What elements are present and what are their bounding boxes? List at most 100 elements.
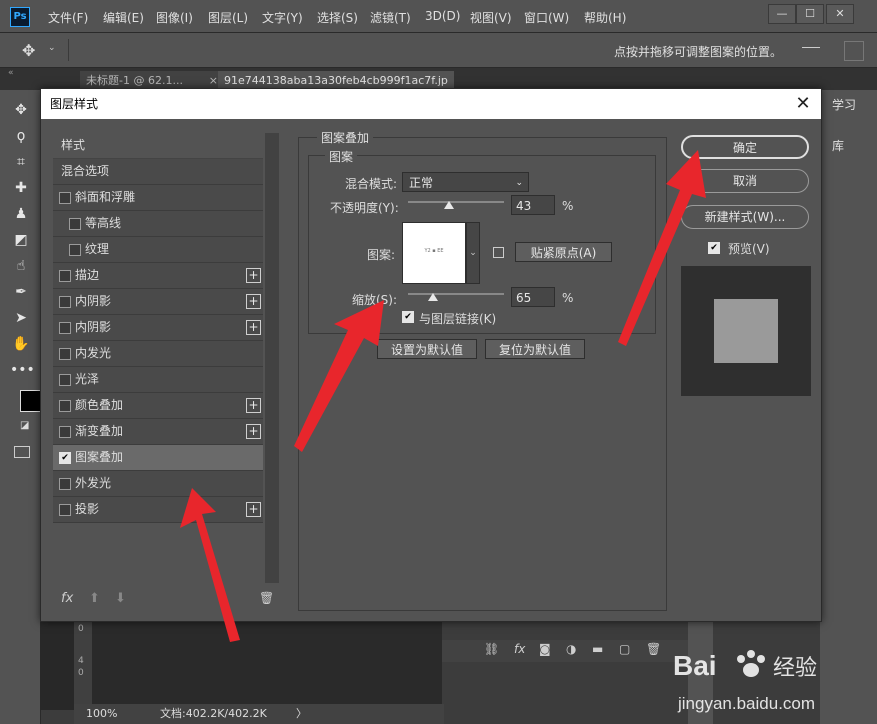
move-tool-icon[interactable]: ✥ <box>22 41 35 60</box>
link-icon[interactable]: ⛓ <box>484 642 499 656</box>
menu-item[interactable]: 帮助(H) <box>584 9 626 26</box>
mask-icon[interactable]: ◙ <box>539 642 551 656</box>
scale-slider[interactable] <box>408 293 504 295</box>
menu-item[interactable]: 文字(Y) <box>262 9 303 26</box>
more-tools-icon[interactable]: ••• <box>10 360 35 380</box>
fx-icon[interactable]: fx <box>61 591 73 606</box>
ok-button[interactable]: 确定 <box>681 135 809 159</box>
dialog-title-bar[interactable]: 图层样式 ✕ <box>41 89 821 119</box>
add-style-icon[interactable]: + <box>246 398 261 413</box>
style-row[interactable]: 外发光 <box>53 471 263 497</box>
panel-toggle-icon[interactable] <box>844 41 864 61</box>
style-checkbox[interactable] <box>59 374 71 386</box>
menu-item[interactable]: 选择(S) <box>317 9 358 26</box>
chevron-down-icon[interactable]: ⌄ <box>48 43 56 53</box>
style-row[interactable]: 内阴影 + <box>53 289 263 315</box>
scale-slider-handle[interactable] <box>427 293 438 301</box>
add-style-icon[interactable]: + <box>246 320 261 335</box>
fx-icon[interactable]: fx <box>514 642 525 656</box>
styles-header[interactable]: 样式 <box>53 133 263 159</box>
style-checkbox[interactable] <box>69 218 81 230</box>
opacity-slider-handle[interactable] <box>444 201 455 209</box>
menu-item[interactable]: 编辑(E) <box>103 9 144 26</box>
style-checkbox[interactable] <box>59 296 71 308</box>
style-row[interactable]: 光泽 <box>53 367 263 393</box>
close-button[interactable]: ✕ <box>826 4 854 24</box>
style-row[interactable]: 渐变叠加 + <box>53 419 263 445</box>
trash-icon[interactable]: 🗑 <box>646 642 661 656</box>
menu-item[interactable]: 文件(F) <box>48 9 88 26</box>
menu-item[interactable]: 滤镜(T) <box>370 9 411 26</box>
style-checkbox[interactable] <box>59 192 71 204</box>
minimize-button[interactable]: — <box>768 4 796 24</box>
style-checkbox[interactable] <box>69 244 81 256</box>
collapse-icon[interactable]: « <box>8 68 14 78</box>
stamp-tool-icon[interactable]: ♟ <box>10 204 32 224</box>
zoom-level[interactable]: 100% <box>86 704 117 724</box>
reset-default-button[interactable]: 复位为默认值 <box>485 339 585 359</box>
pen-tool-icon[interactable]: ✒ <box>10 282 32 302</box>
library-tab[interactable]: 库 <box>832 137 844 154</box>
style-list-scrollbar[interactable] <box>265 133 279 583</box>
hand-tool-icon[interactable]: ✋ <box>10 334 32 354</box>
trash-icon[interactable]: 🗑 <box>259 591 274 605</box>
folder-icon[interactable]: ▬ <box>592 642 603 656</box>
foreground-color-swatch[interactable] <box>20 390 42 412</box>
lasso-tool-icon[interactable]: ϙ <box>10 126 32 146</box>
healing-brush-icon[interactable]: ✚ <box>10 178 32 198</box>
style-row[interactable]: 颜色叠加 + <box>53 393 263 419</box>
path-select-icon[interactable]: ➤ <box>10 308 32 328</box>
set-default-button[interactable]: 设置为默认值 <box>377 339 477 359</box>
new-layer-icon[interactable]: ▢ <box>619 642 630 656</box>
chevron-down-icon[interactable]: ⌄ <box>466 222 480 284</box>
arrow-up-icon[interactable]: ⬆ <box>89 591 100 606</box>
menu-item[interactable]: 窗口(W) <box>524 9 569 26</box>
style-checkbox[interactable]: ✔ <box>59 452 71 464</box>
style-row[interactable]: 投影 + <box>53 497 263 523</box>
add-style-icon[interactable]: + <box>246 424 261 439</box>
close-icon[interactable]: ✕ <box>793 94 813 114</box>
style-checkbox[interactable] <box>59 504 71 516</box>
menu-item[interactable]: 图像(I) <box>156 9 193 26</box>
add-style-icon[interactable]: + <box>246 268 261 283</box>
crop-tool-icon[interactable]: ⌗ <box>10 152 32 172</box>
style-row[interactable]: ✔ 图案叠加 <box>53 445 263 471</box>
style-checkbox[interactable] <box>59 478 71 490</box>
move-tool-icon[interactable]: ✥ <box>10 100 32 120</box>
minimize-panel-icon[interactable] <box>802 47 820 48</box>
menu-item[interactable]: 3D(D) <box>425 9 460 23</box>
new-style-button[interactable]: 新建样式(W)... <box>681 205 809 229</box>
style-checkbox[interactable] <box>59 348 71 360</box>
style-checkbox[interactable] <box>59 400 71 412</box>
link-with-layer-checkbox[interactable]: ✔ <box>402 311 414 323</box>
preview-checkbox[interactable]: ✔ <box>708 242 720 254</box>
style-checkbox[interactable] <box>59 322 71 334</box>
style-row[interactable]: 斜面和浮雕 <box>53 185 263 211</box>
opacity-input[interactable]: 43 <box>511 195 555 215</box>
swap-colors-icon[interactable]: ◪ <box>20 420 29 431</box>
learn-tab[interactable]: 学习 <box>832 96 856 113</box>
quick-mask-icon[interactable] <box>14 446 30 458</box>
opacity-slider[interactable] <box>408 201 504 203</box>
maximize-button[interactable]: ☐ <box>796 4 824 24</box>
pattern-thumbnail[interactable]: Y2 ▪ EE <box>402 222 466 284</box>
style-row[interactable]: 纹理 <box>53 237 263 263</box>
menu-item[interactable]: 图层(L) <box>208 9 248 26</box>
style-row[interactable]: 描边 + <box>53 263 263 289</box>
eraser-tool-icon[interactable]: ◩ <box>10 230 32 250</box>
add-style-icon[interactable]: + <box>246 294 261 309</box>
style-row[interactable]: 内阴影 + <box>53 315 263 341</box>
arrow-down-icon[interactable]: ⬇ <box>115 591 126 606</box>
style-row[interactable]: 内发光 <box>53 341 263 367</box>
document-canvas[interactable] <box>92 620 442 704</box>
status-menu-icon[interactable]: 〉 <box>296 704 307 724</box>
smudge-tool-icon[interactable]: ☝ <box>10 256 32 276</box>
menu-item[interactable]: 视图(V) <box>470 9 512 26</box>
style-row[interactable]: 等高线 <box>53 211 263 237</box>
style-checkbox[interactable] <box>59 426 71 438</box>
style-checkbox[interactable] <box>59 270 71 282</box>
adjustment-icon[interactable]: ◑ <box>566 642 576 656</box>
blend-mode-select[interactable]: 正常 ⌄ <box>402 172 529 192</box>
cancel-button[interactable]: 取消 <box>681 169 809 193</box>
blending-options[interactable]: 混合选项 <box>53 159 263 185</box>
